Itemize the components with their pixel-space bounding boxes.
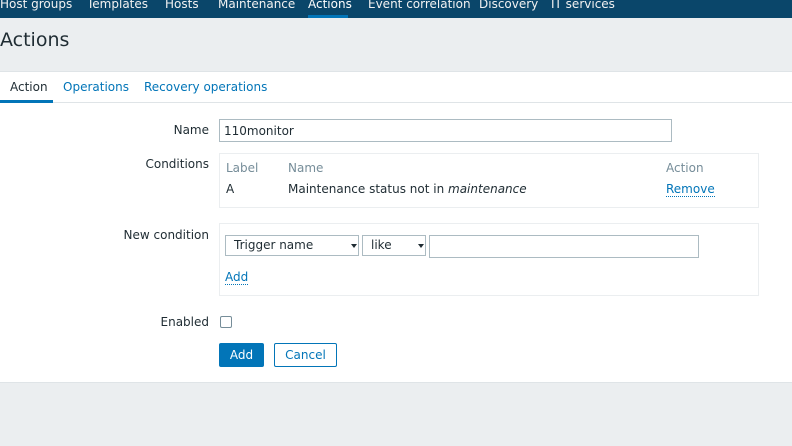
new-condition-label: New condition bbox=[123, 228, 209, 242]
condition-row-name: Maintenance status not in maintenance bbox=[288, 182, 527, 196]
new-condition-box: Trigger name like Add bbox=[219, 223, 759, 296]
condition-row-label: A bbox=[226, 182, 235, 196]
name-label: Name bbox=[173, 123, 209, 137]
nav-item-discovery[interactable]: Discovery bbox=[479, 0, 538, 13]
condition-name-prefix: Maintenance status not in bbox=[288, 182, 449, 196]
tab-operations[interactable]: Operations bbox=[63, 72, 129, 103]
cancel-button[interactable]: Cancel bbox=[274, 343, 337, 367]
nav-item-it-services[interactable]: IT services bbox=[551, 0, 615, 13]
nav-item-event-correlation[interactable]: Event correlation bbox=[368, 0, 471, 13]
add-condition-link[interactable]: Add bbox=[225, 271, 249, 285]
chevron-down-icon bbox=[416, 236, 425, 255]
active-nav-indicator bbox=[308, 15, 348, 18]
add-button[interactable]: Add bbox=[219, 343, 264, 367]
name-input[interactable] bbox=[219, 119, 672, 142]
conditions-header-name: Name bbox=[288, 161, 324, 175]
condition-name-value: maintenance bbox=[448, 182, 527, 196]
enabled-label: Enabled bbox=[160, 315, 210, 329]
active-tab-indicator bbox=[0, 100, 53, 103]
remove-condition-link[interactable]: Remove bbox=[666, 183, 715, 197]
nav-item-actions[interactable]: Actions bbox=[308, 0, 352, 13]
enabled-checkbox[interactable] bbox=[220, 316, 232, 328]
condition-type-value: Trigger name bbox=[234, 238, 314, 252]
condition-operator-select[interactable]: like bbox=[362, 235, 426, 256]
conditions-label: Conditions bbox=[145, 157, 209, 171]
action-form-panel: Action Operations Recovery operations Na… bbox=[0, 71, 792, 383]
tab-action[interactable]: Action bbox=[10, 72, 48, 103]
condition-type-select[interactable]: Trigger name bbox=[225, 235, 359, 256]
conditions-header-action: Action bbox=[666, 161, 704, 175]
page-title: Actions bbox=[0, 29, 70, 51]
nav-item-host-groups[interactable]: Host groups bbox=[0, 0, 72, 13]
top-navigation: Host groups Templates Hosts Maintenance … bbox=[0, 0, 792, 18]
chevron-down-icon bbox=[349, 236, 358, 255]
condition-operator-value: like bbox=[371, 238, 392, 252]
nav-item-maintenance[interactable]: Maintenance bbox=[218, 0, 295, 13]
tab-recovery-operations[interactable]: Recovery operations bbox=[144, 72, 267, 103]
conditions-table: Label Name Action A Maintenance status n… bbox=[219, 153, 759, 208]
condition-value-input[interactable] bbox=[429, 235, 699, 258]
tab-bar: Action Operations Recovery operations bbox=[0, 72, 792, 103]
conditions-header-label: Label bbox=[226, 161, 259, 175]
nav-item-templates[interactable]: Templates bbox=[87, 0, 148, 13]
nav-item-hosts[interactable]: Hosts bbox=[165, 0, 199, 13]
